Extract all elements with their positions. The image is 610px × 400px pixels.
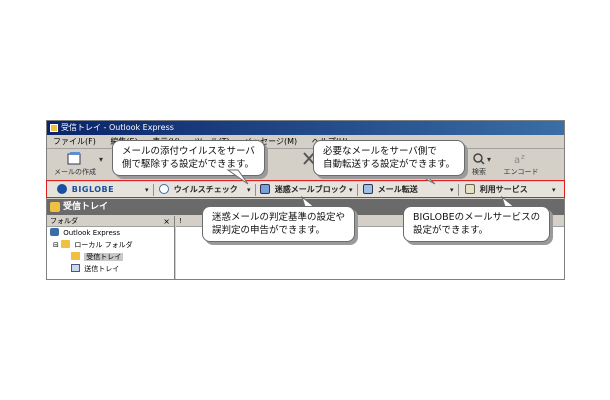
callout-line: 迷惑メールの判定基準の設定や	[212, 212, 346, 223]
callout-spam-block: 迷惑メールの判定基準の設定や 誤判定の申告ができます。	[202, 206, 356, 242]
callout-line: 必要なメールをサーバ側で	[323, 146, 437, 157]
callout-services: BIGLOBEのメールサービスの 設定ができます。	[403, 206, 551, 242]
callout-line: 自動転送する設定ができます。	[323, 159, 456, 170]
callout-line: 誤判定の申告ができます。	[212, 225, 326, 236]
callout-mail-forward: 必要なメールをサーバ側で 自動転送する設定ができます。	[313, 140, 466, 176]
callout-line: 設定ができます。	[413, 225, 489, 236]
callout-tails	[226, 169, 520, 211]
callout-line: BIGLOBEのメールサービスの	[413, 212, 541, 223]
